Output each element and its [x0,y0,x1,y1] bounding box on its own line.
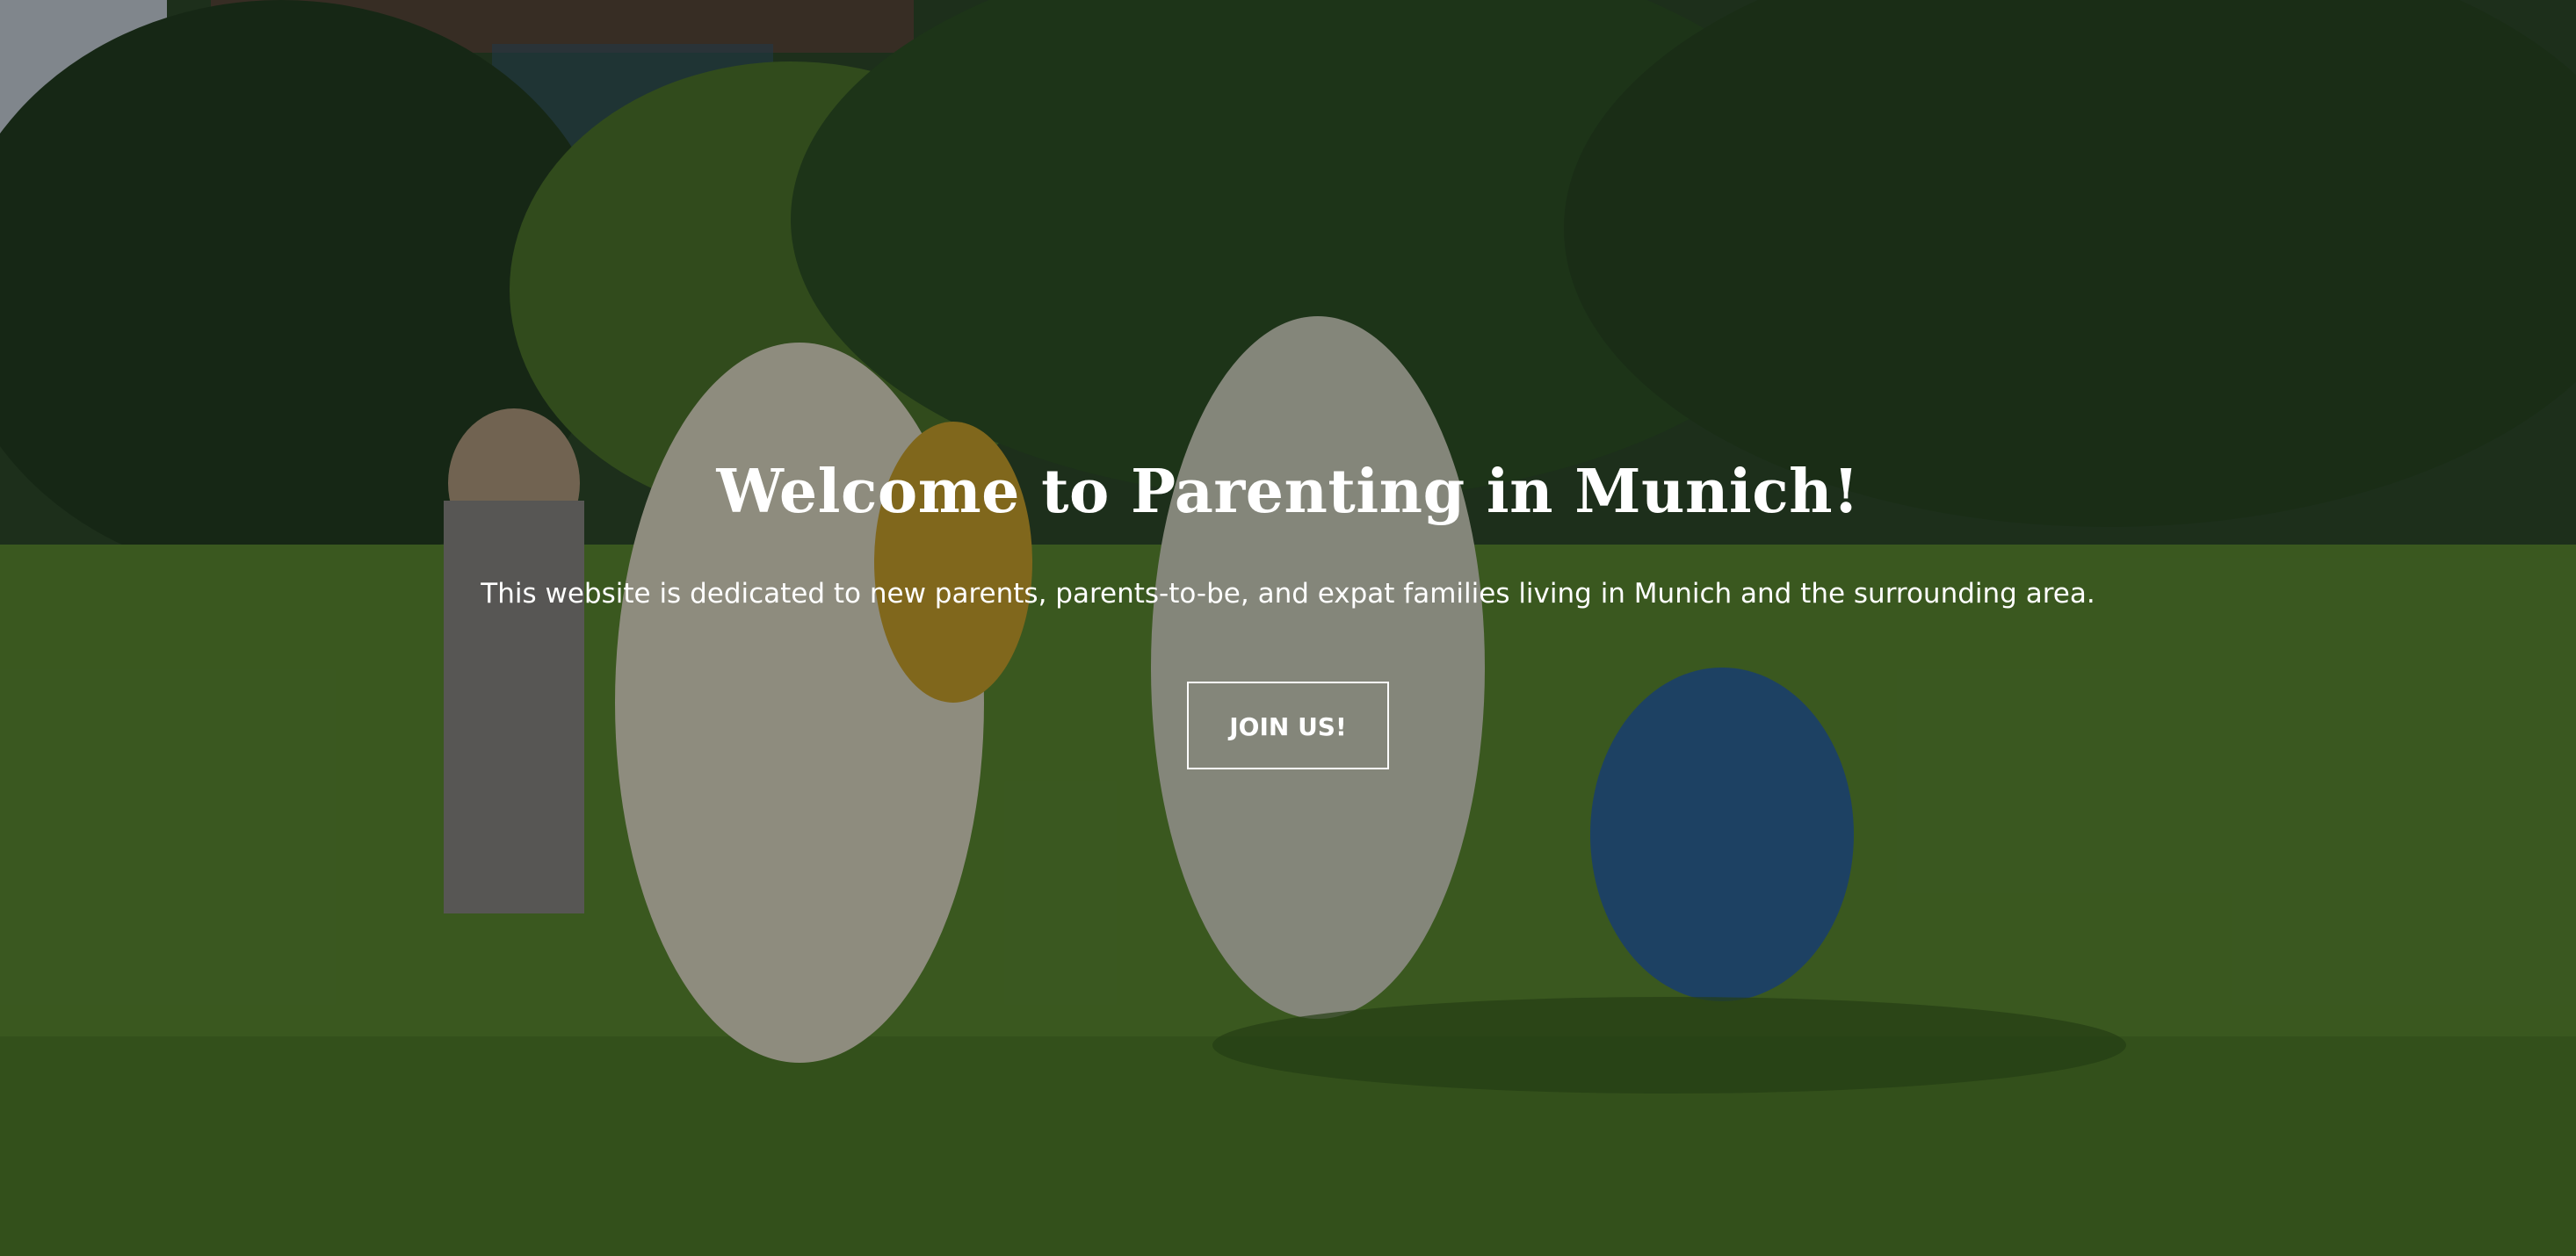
hero-content: Welcome to Parenting in Munich! This web… [0,448,2576,769]
hero-section: Welcome to Parenting in Munich! This web… [0,0,2576,1256]
hero-title: Welcome to Parenting in Munich! [716,457,1860,527]
hero-subtitle: This website is dedicated to new parents… [481,578,2095,610]
join-us-button[interactable]: JOIN US! [1187,682,1389,769]
